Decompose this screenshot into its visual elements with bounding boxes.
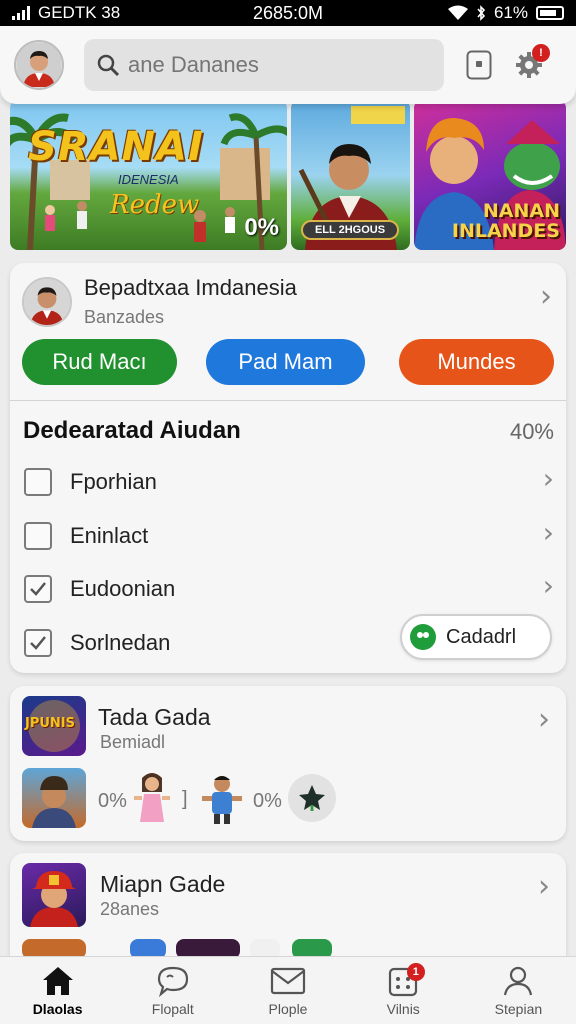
people-icon (410, 624, 436, 650)
nav-item-mail[interactable]: Plople (230, 957, 345, 1024)
nav-label: Flopalt (151, 1001, 194, 1017)
nav-badge: 1 (406, 963, 425, 981)
friend-avatar[interactable] (22, 768, 86, 828)
checklist-item[interactable]: Fporhian › (24, 462, 554, 502)
nav-item-calendar[interactable]: 1 Vilnis (346, 957, 461, 1024)
firefighter-character-icon (30, 871, 78, 927)
chevron-right-icon: › (542, 569, 554, 602)
chevron-right-icon[interactable]: › (538, 702, 550, 737)
banner-text-line1: NANAN (482, 200, 560, 223)
nav-label: Vilnis (386, 1001, 420, 1017)
progress-percent: 0% (253, 790, 282, 812)
signal-icon (12, 6, 30, 20)
banner-text-line2: INLANDES (451, 220, 560, 243)
blue-action-button[interactable]: Pad Mam (206, 339, 365, 385)
profile-subtitle: Banzades (84, 307, 165, 327)
nav-item-home[interactable]: Dlaolas (0, 957, 115, 1024)
game-card: JPUNIS Tada Gada Bemiadl › 0% ] 0% (10, 686, 566, 841)
user-portrait-icon (17, 43, 61, 87)
mail-icon (270, 967, 306, 995)
star-badge[interactable] (288, 774, 336, 822)
chevron-right-icon: › (542, 462, 554, 495)
chat-icon (157, 966, 188, 997)
person-icon (504, 966, 533, 996)
banner-label: ELL 2HGOUS (301, 220, 399, 240)
game-subtitle: 28anes (100, 899, 160, 919)
boy-figure-icon (200, 772, 244, 826)
cadadrl-button[interactable]: Cadadrl (400, 614, 552, 660)
banner-subtitle: IDENESIA (118, 172, 179, 187)
green-action-button[interactable]: Rud Macı (22, 339, 177, 385)
status-bar: GEDTK 38 2685:0M 61% (0, 0, 576, 26)
progress-percent: 0% (98, 790, 127, 812)
banner-hero[interactable]: ELL 2HGOUS (291, 100, 410, 250)
nav-label: Stepian (494, 1001, 543, 1017)
banner-text: NANAN INLANDES (451, 200, 560, 243)
checkbox-unchecked[interactable] (24, 522, 52, 550)
nav-item-chat[interactable]: Flopalt (115, 957, 230, 1024)
checkmark-icon (30, 582, 46, 596)
profile-name: Bepadtxaa Imdanesia (84, 275, 297, 300)
checklist-item[interactable]: Eninlact › (24, 516, 554, 556)
profile-card: Bepadtxaa Imdanesia Banzades › Rud Macı … (10, 263, 566, 673)
section-title: Dedearatad Aiudan (23, 417, 241, 444)
game-title: Miapn Gade (100, 871, 226, 897)
bracket-text: ] (182, 788, 188, 810)
cadadrl-label: Cadadrl (446, 625, 517, 648)
profile-avatar (22, 276, 72, 327)
game-title: Tada Gada (98, 704, 211, 730)
bluetooth-icon (477, 5, 486, 21)
checklist-label: Sorlnedan (70, 630, 171, 655)
checklist-item[interactable]: Eudoonian › (24, 569, 554, 609)
device-icon (466, 50, 492, 80)
checklist-label: Eninlact (70, 523, 149, 548)
nav-label: Dlaolas (32, 1001, 83, 1017)
checklist-label: Fporhian (70, 469, 157, 494)
notification-badge: ! (532, 44, 550, 62)
section-percent: 40% (509, 419, 554, 444)
banner-title: SRANAI (28, 124, 204, 170)
wifi-icon (447, 5, 468, 20)
chevron-right-icon[interactable]: › (540, 279, 552, 314)
search-input[interactable] (128, 52, 428, 78)
game-thumbnail-text: JPUNIS (25, 716, 76, 731)
banner-sranai[interactable]: SRANAI IDENESIA Redew 0% (10, 100, 287, 250)
app-header: ! (0, 26, 576, 104)
search-icon (97, 54, 120, 77)
carrier-label: GEDTK 38 (38, 3, 121, 22)
chevron-right-icon[interactable]: › (538, 869, 550, 904)
bottom-navigation: Dlaolas Flopalt Plople 1 Vilnis Stepian (0, 956, 576, 1024)
banner-percent: 0% (244, 214, 279, 241)
character-icon (32, 776, 76, 828)
battery-icon (536, 6, 564, 20)
star-icon (299, 785, 325, 811)
search-bar[interactable] (84, 39, 444, 91)
avatar[interactable] (14, 40, 64, 90)
checklist-item[interactable]: Sorlnedan (24, 623, 384, 663)
divider (10, 400, 566, 401)
profile-row[interactable]: Bepadtxaa Imdanesia Banzades (22, 275, 297, 328)
scan-button[interactable] (464, 50, 494, 80)
clock: 2685:0M (252, 2, 324, 23)
banner-script-text: Redew (110, 190, 200, 220)
battery-percent: 61% (493, 3, 528, 22)
checkmark-icon (30, 636, 46, 650)
checkbox-checked[interactable] (24, 575, 52, 603)
featured-banners: SRANAI IDENESIA Redew 0% ELL 2HGOUS NANA… (10, 100, 566, 250)
nav-item-profile[interactable]: Stepian (461, 957, 576, 1024)
checkbox-checked[interactable] (24, 629, 52, 657)
home-icon (42, 967, 73, 995)
nav-label: Plople (268, 1001, 308, 1017)
banner-nanan[interactable]: NANAN INLANDES (414, 100, 566, 250)
game-subtitle: Bemiadl (100, 732, 166, 752)
game-thumbnail[interactable]: JPUNIS (22, 696, 86, 756)
chevron-right-icon: › (542, 516, 554, 549)
game-thumbnail[interactable] (22, 863, 86, 927)
checkbox-unchecked[interactable] (24, 468, 52, 496)
girl-figure-icon (130, 770, 174, 828)
checklist-label: Eudoonian (70, 576, 176, 601)
user-portrait-icon (24, 278, 70, 325)
settings-button[interactable]: ! (514, 44, 550, 80)
orange-action-button[interactable]: Mundes (399, 339, 554, 385)
